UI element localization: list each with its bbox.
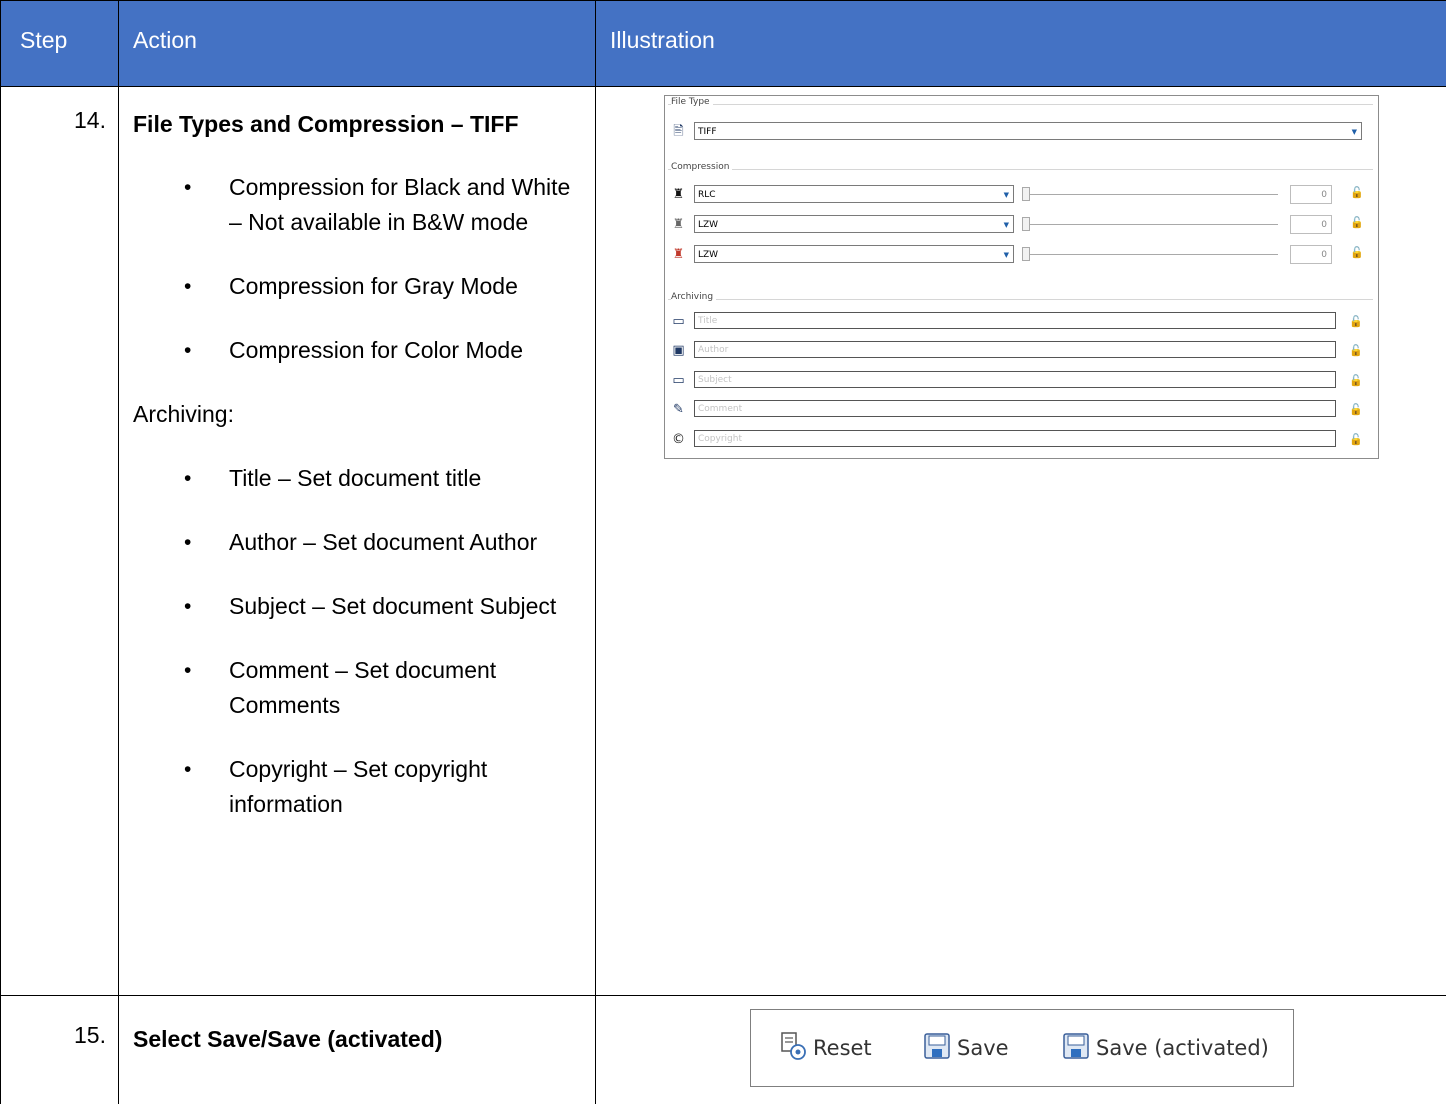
slider-thumb[interactable] (1022, 217, 1030, 231)
action-title: File Types and Compression – TIFF (133, 107, 581, 142)
slider-thumb[interactable] (1022, 187, 1030, 201)
action-cell: File Types and Compression – TIFF •Compr… (119, 87, 596, 996)
black-white-mode-icon: ♜ (670, 187, 687, 203)
file-type-row: 🖹 TIFF▼ (670, 122, 1370, 142)
slider-thumb[interactable] (1022, 247, 1030, 261)
step-number: 15. (1, 996, 118, 1049)
file-type-select[interactable]: TIFF▼ (694, 122, 1362, 140)
subject-input[interactable]: Subject (694, 371, 1336, 388)
file-icon: 🖹 (670, 124, 687, 140)
list-item: •Comment – Set document Comments (229, 653, 581, 723)
compression-row-color: ♜ LZW▼ 0 🔓 (670, 245, 1370, 265)
subject-icon: ▭ (670, 373, 687, 389)
list-item: •Title – Set document title (229, 461, 581, 496)
save-activated-label: Save (activated) (1096, 1036, 1269, 1060)
archiving-subheading: Archiving: (133, 397, 581, 432)
archiving-row-subject: ▭ Subject 🔓 (670, 371, 1370, 391)
unlock-icon[interactable]: 🔓 (1349, 433, 1363, 446)
list-item: •Copyright – Set copyright information (229, 752, 581, 822)
floppy-disk-icon (1062, 1031, 1090, 1061)
save-activated-button[interactable]: Save (activated) (1062, 1028, 1269, 1068)
chevron-down-icon: ▼ (1004, 246, 1009, 264)
header-row: Step Action Illustration (1, 1, 1446, 87)
color-mode-icon: ♜ (670, 247, 687, 263)
list-item: •Subject – Set document Subject (229, 589, 581, 624)
compression-level-gray[interactable]: 0 (1290, 215, 1332, 234)
compression-slider-color[interactable] (1022, 254, 1278, 255)
compression-select-color[interactable]: LZW▼ (694, 245, 1014, 263)
compression-select-bw[interactable]: RLC▼ (694, 185, 1014, 203)
floppy-disk-icon (923, 1031, 951, 1061)
copyright-icon: © (670, 432, 687, 448)
author-input[interactable]: Author (694, 341, 1336, 358)
compression-select-gray[interactable]: LZW▼ (694, 215, 1014, 233)
chevron-down-icon: ▼ (1352, 123, 1357, 141)
compression-slider-bw[interactable] (1022, 194, 1278, 195)
reset-icon (779, 1031, 807, 1061)
comment-input[interactable]: Comment (694, 400, 1336, 417)
chevron-down-icon: ▼ (1004, 186, 1009, 204)
chevron-down-icon: ▼ (1004, 216, 1009, 234)
unlock-icon[interactable]: 🔓 (1349, 374, 1363, 387)
save-label: Save (957, 1036, 1009, 1060)
list-item: •Compression for Black and White – Not a… (229, 170, 581, 240)
unlock-icon[interactable]: 🔓 (1349, 403, 1363, 416)
step-cell: 14. (1, 87, 119, 996)
action-cell: Select Save/Save (activated) (119, 996, 596, 1104)
compression-level-color[interactable]: 0 (1290, 245, 1332, 264)
archiving-row-copyright: © Copyright 🔓 (670, 430, 1370, 450)
compression-level-bw[interactable]: 0 (1290, 185, 1332, 204)
archiving-row-title: ▭ Title 🔓 (670, 312, 1370, 332)
lock-icon[interactable]: 🔓 (1350, 216, 1364, 229)
title-input[interactable]: Title (694, 312, 1336, 329)
list-item: •Author – Set document Author (229, 525, 581, 560)
unlock-icon[interactable]: 🔓 (1349, 315, 1363, 328)
archiving-row-comment: ✎ Comment 🔓 (670, 400, 1370, 420)
archiving-row-author: ▣ Author 🔓 (670, 341, 1370, 361)
save-button[interactable]: Save (923, 1028, 1009, 1068)
step-cell: 15. (1, 996, 119, 1104)
lock-icon[interactable]: 🔓 (1350, 246, 1364, 259)
archiving-bullets: •Title – Set document title •Author – Se… (133, 461, 581, 822)
title-icon: ▭ (670, 314, 687, 330)
compression-row-gray: ♜ LZW▼ 0 🔓 (670, 215, 1370, 235)
reset-button[interactable]: Reset (779, 1028, 872, 1068)
copyright-input[interactable]: Copyright (694, 430, 1336, 447)
header-illustration: Illustration (596, 1, 1446, 87)
compression-slider-gray[interactable] (1022, 224, 1278, 225)
comment-icon: ✎ (670, 402, 687, 418)
compression-bullets: •Compression for Black and White – Not a… (133, 170, 581, 368)
archiving-label: Archiving (671, 292, 716, 302)
reset-label: Reset (813, 1036, 872, 1060)
header-step: Step (1, 1, 119, 87)
author-icon: ▣ (670, 343, 687, 359)
compression-row-black-white: ♜ RLC▼ 0 🔓 (670, 185, 1370, 205)
list-item: •Compression for Color Mode (229, 333, 581, 368)
step-number: 14. (1, 87, 118, 134)
tiff-settings-panel: File Type 🖹 TIFF▼ Compression ♜ RLC▼ 0 🔓… (664, 95, 1379, 459)
save-toolbar: Reset Save Save (activated) (750, 1009, 1294, 1087)
lock-icon[interactable]: 🔓 (1350, 186, 1364, 199)
gray-mode-icon: ♜ (670, 217, 687, 233)
unlock-icon[interactable]: 🔓 (1349, 344, 1363, 357)
header-action: Action (119, 1, 596, 87)
action-title: Select Save/Save (activated) (133, 1022, 581, 1057)
file-type-label: File Type (671, 97, 713, 107)
compression-label: Compression (671, 162, 732, 172)
list-item: •Compression for Gray Mode (229, 269, 581, 304)
